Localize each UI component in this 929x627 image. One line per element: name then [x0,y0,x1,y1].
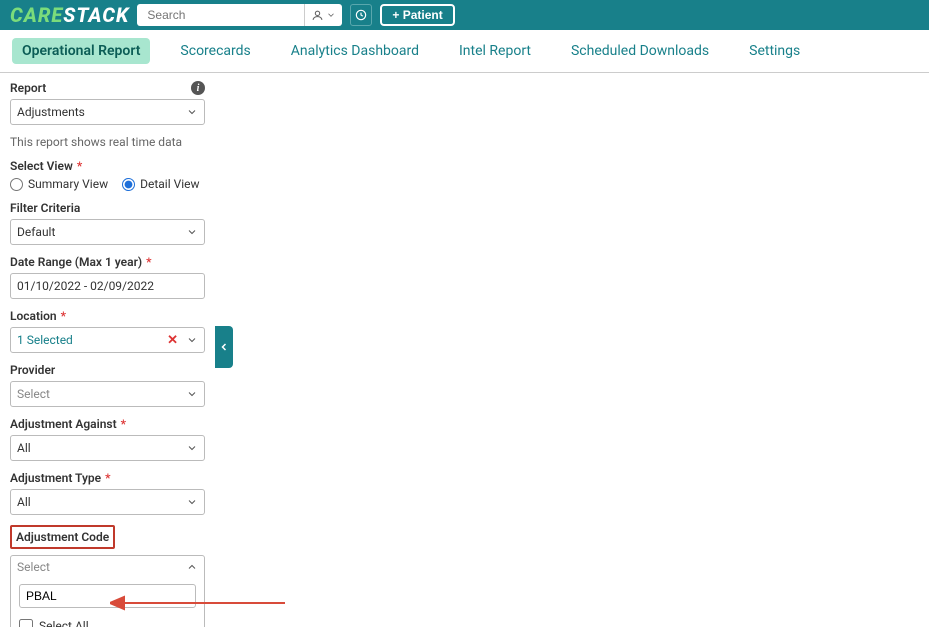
adj-code-label-highlight: Adjustment Code [10,525,115,549]
location-label-row: Location * [10,309,205,323]
adjustment-code-toggle[interactable]: Select [11,556,204,578]
field-provider: Provider Select [10,363,205,407]
radio-detail-label: Detail View [140,177,199,191]
required-asterisk: * [77,159,82,173]
tab-analytics-dashboard[interactable]: Analytics Dashboard [281,38,429,64]
realtime-note: This report shows real time data [10,135,205,149]
clear-location-icon[interactable]: ✕ [167,333,178,348]
filter-sidebar: Report i Adjustments This report shows r… [0,73,215,627]
select-all-checkbox[interactable] [19,619,33,627]
report-select[interactable]: Adjustments [10,99,205,125]
logo-part-2: STACK [63,3,129,27]
clock-icon [354,8,368,22]
field-adjustment-against: Adjustment Against * All [10,417,205,461]
filter-select[interactable]: Default [10,219,205,245]
radio-summary-label: Summary View [28,177,108,191]
location-select[interactable]: 1 Selected ✕ [10,327,205,353]
adjustment-code-search[interactable] [19,584,196,608]
field-adjustment-code: Adjustment Code Select Select All P [10,525,205,627]
location-value: 1 Selected [17,333,73,347]
tab-operational-report[interactable]: Operational Report [12,38,150,64]
report-label: Report [10,81,46,95]
required-asterisk: * [121,417,126,431]
required-asterisk: * [105,471,110,485]
chevron-down-icon [186,334,198,346]
provider-value: Select [17,387,50,401]
chevron-down-icon [186,496,198,508]
adj-type-label: Adjustment Type [10,471,101,485]
field-report: Report i Adjustments [10,81,205,125]
user-icon [311,9,324,22]
location-label: Location [10,309,57,323]
tab-scheduled-downloads[interactable]: Scheduled Downloads [561,38,719,64]
chevron-up-icon [186,561,198,573]
adj-against-value: All [17,441,31,455]
global-search[interactable] [137,4,342,26]
adj-code-placeholder: Select [17,560,50,574]
tab-intel-report[interactable]: Intel Report [449,38,541,64]
adj-against-label-row: Adjustment Against * [10,417,205,431]
tab-scorecards[interactable]: Scorecards [170,38,260,64]
adjustment-code-dropdown: Select Select All PBAL [10,555,205,627]
date-label: Date Range (Max 1 year) [10,255,142,269]
adjustment-type-select[interactable]: All [10,489,205,515]
adj-type-label-row: Adjustment Type * [10,471,205,485]
field-location: Location * 1 Selected ✕ [10,309,205,353]
logo-part-1: CARE [10,3,63,27]
add-patient-button[interactable]: + Patient [380,4,454,26]
field-date-range: Date Range (Max 1 year) * 01/10/2022 - 0… [10,255,205,299]
recent-activity-button[interactable] [350,4,372,26]
view-radio-group: Summary View Detail View [10,177,205,191]
provider-select[interactable]: Select [10,381,205,407]
required-asterisk: * [61,309,66,323]
report-tabs: Operational Report Scorecards Analytics … [0,30,929,73]
adj-type-value: All [17,495,31,509]
field-adjustment-type: Adjustment Type * All [10,471,205,515]
date-range-input[interactable]: 01/10/2022 - 02/09/2022 [10,273,205,299]
radio-detail-view[interactable]: Detail View [122,177,199,191]
app-logo: CARESTACK [10,3,129,27]
adj-against-label: Adjustment Against [10,417,117,431]
provider-label: Provider [10,363,205,377]
report-body: Report i Adjustments This report shows r… [0,73,929,627]
search-input[interactable] [145,8,304,22]
field-filter-criteria: Filter Criteria Default [10,201,205,245]
select-all-row[interactable]: Select All [19,616,196,627]
radio-summary-view[interactable]: Summary View [10,177,108,191]
report-label-row: Report i [10,81,205,95]
radio-detail-input[interactable] [122,178,135,191]
adj-code-label: Adjustment Code [16,530,109,544]
app-header: CARESTACK + Patient [0,0,929,30]
info-icon[interactable]: i [191,81,205,95]
select-all-label: Select All [39,619,89,627]
chevron-down-icon [326,10,336,20]
chevron-left-icon [218,341,230,353]
search-scope-dropdown[interactable] [304,4,342,26]
tab-settings[interactable]: Settings [739,38,810,64]
select-view-label: Select View [10,159,73,173]
sidebar-collapse-handle[interactable] [215,326,233,368]
chevron-down-icon [186,442,198,454]
radio-summary-input[interactable] [10,178,23,191]
chevron-down-icon [186,106,198,118]
chevron-down-icon [186,388,198,400]
adjustment-against-select[interactable]: All [10,435,205,461]
filter-label: Filter Criteria [10,201,205,215]
adjustment-code-panel: Select All PBAL [11,578,204,627]
date-value: 01/10/2022 - 02/09/2022 [17,279,154,293]
report-value: Adjustments [17,105,85,119]
filter-value: Default [17,225,55,239]
chevron-down-icon [186,226,198,238]
field-select-view: Select View * Summary View Detail View [10,159,205,191]
date-label-row: Date Range (Max 1 year) * [10,255,205,269]
required-asterisk: * [146,255,151,269]
select-view-label-row: Select View * [10,159,205,173]
